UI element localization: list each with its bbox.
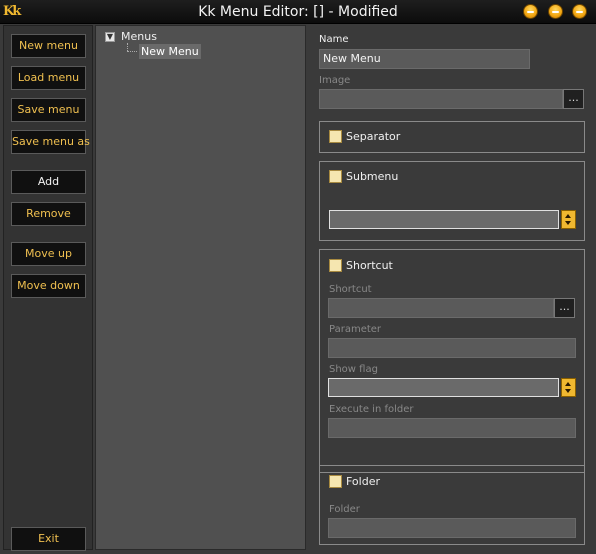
execute-in-folder-input[interactable]: [328, 418, 576, 438]
exit-button[interactable]: Exit: [11, 527, 86, 551]
tree-root-menus[interactable]: ▼ Menus: [105, 30, 157, 43]
minimize-icon[interactable]: [523, 4, 538, 19]
move-down-button[interactable]: Move down: [11, 274, 86, 298]
image-input[interactable]: [319, 89, 563, 109]
close-icon[interactable]: [572, 4, 587, 19]
tree-connector: [127, 51, 137, 52]
submenu-label: Submenu: [346, 170, 399, 183]
separator-label: Separator: [346, 130, 401, 143]
folder-input[interactable]: [328, 518, 576, 538]
save-menu-as-button[interactable]: Save menu as: [11, 130, 90, 154]
shortcut-field-label: Shortcut: [329, 284, 372, 295]
name-label: Name: [319, 34, 349, 45]
image-browse-button[interactable]: ...: [563, 89, 584, 109]
tree-connector: [127, 43, 128, 51]
remove-button[interactable]: Remove: [11, 202, 86, 226]
title-bar[interactable]: Kk Kk Menu Editor: [] - Modified: [0, 0, 596, 24]
add-button[interactable]: Add: [11, 170, 86, 194]
new-menu-button[interactable]: New menu: [11, 34, 86, 58]
execute-in-folder-label: Execute in folder: [329, 404, 414, 415]
parameter-label: Parameter: [329, 324, 382, 335]
shortcut-group: Shortcut Shortcut ... Parameter Show fla…: [319, 249, 585, 473]
submenu-checkbox[interactable]: [329, 170, 342, 183]
folder-checkbox[interactable]: [329, 475, 342, 488]
save-menu-button[interactable]: Save menu: [11, 98, 86, 122]
shortcut-browse-button[interactable]: ...: [554, 298, 575, 318]
maximize-icon[interactable]: [548, 4, 563, 19]
tree-root-label: Menus: [121, 30, 157, 43]
properties-panel: Name New Menu Image ... Separator Submen…: [307, 25, 595, 550]
tree-item-new-menu[interactable]: New Menu: [139, 44, 201, 59]
submenu-spin-icon[interactable]: [561, 210, 576, 229]
menu-tree[interactable]: ▼ Menus New Menu: [95, 25, 306, 550]
submenu-select[interactable]: [329, 210, 559, 229]
shortcut-input[interactable]: [328, 298, 554, 318]
parameter-input[interactable]: [328, 338, 576, 358]
shortcut-check-label: Shortcut: [346, 259, 393, 272]
folder-check-label: Folder: [346, 475, 380, 488]
action-button-column: New menu Load menu Save menu Save menu a…: [3, 25, 93, 551]
separator-group: Separator: [319, 121, 585, 153]
show-flag-spin-icon[interactable]: [561, 378, 576, 397]
collapse-icon[interactable]: ▼: [105, 31, 115, 42]
window-title: Kk Menu Editor: [] - Modified: [198, 4, 398, 20]
show-flag-label: Show flag: [329, 364, 378, 375]
load-menu-button[interactable]: Load menu: [11, 66, 86, 90]
name-input[interactable]: New Menu: [319, 49, 530, 69]
folder-field-label: Folder: [329, 504, 360, 515]
submenu-group: Submenu: [319, 161, 585, 241]
separator-checkbox[interactable]: [329, 130, 342, 143]
shortcut-checkbox[interactable]: [329, 259, 342, 272]
folder-group: Folder Folder: [319, 465, 585, 545]
move-up-button[interactable]: Move up: [11, 242, 86, 266]
image-label: Image: [319, 75, 351, 86]
show-flag-select[interactable]: [328, 378, 559, 397]
